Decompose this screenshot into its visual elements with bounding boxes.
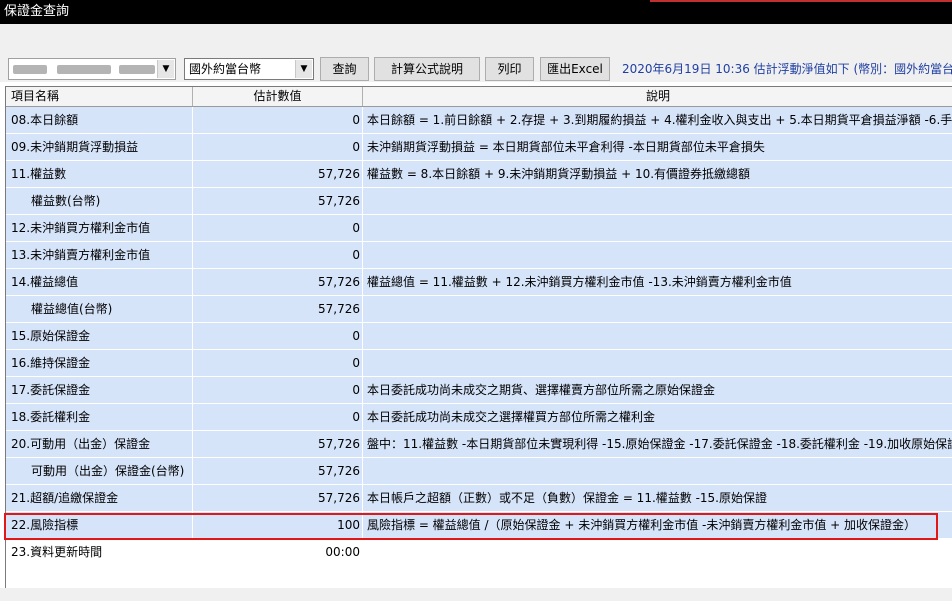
row-item-name: 15.原始保證金 <box>6 323 193 349</box>
row-description <box>363 323 952 349</box>
table-row[interactable]: 17.委託保證金 0 本日委託成功尚未成交之期貨、選擇權賣方部位所需之原始保證金 <box>6 377 952 404</box>
row-item-name: 20.可動用（出金）保證金 <box>6 431 193 457</box>
row-value: 0 <box>193 377 363 403</box>
row-value: 57,726 <box>193 269 363 295</box>
row-item-name: 08.本日餘額 <box>6 107 193 133</box>
table-row[interactable]: 可動用（出金）保證金(台幣) 57,726 <box>6 458 952 485</box>
table-row[interactable]: 21.超額/追繳保證金 57,726 本日帳戶之超額（正數）或不足（負數）保證金 =… <box>6 485 952 512</box>
table-row[interactable]: 13.未沖銷賣方權利金市值 0 <box>6 242 952 269</box>
column-header-desc[interactable]: 說明 <box>363 87 952 106</box>
row-description: 本日餘額 = 1.前日餘額 + 2.存提 + 3.到期履約損益 + 4.權利金收… <box>367 113 952 127</box>
table-row[interactable]: 23.資料更新時間 00:00 <box>6 539 952 566</box>
row-description: 本日委託成功尚未成交之選擇權買方部位所需之權利金 <box>367 410 656 424</box>
row-item-name: 可動用（出金）保證金(台幣) <box>6 458 193 484</box>
row-value: 57,726 <box>193 458 363 484</box>
row-item-name: 14.權益總值 <box>6 269 193 295</box>
window-title: 保證金查詢 <box>4 4 70 19</box>
row-item-name: 13.未沖銷賣方權利金市值 <box>6 242 193 268</box>
title-accent-line <box>650 0 952 2</box>
toolbar: ▼ 國外約當台幣 ▼ 查詢 計算公式說明 列印 匯出Excel 2020年6月1… <box>0 24 952 82</box>
masked-account-text <box>57 65 111 74</box>
row-item-name: 21.超額/追繳保證金 <box>6 485 193 511</box>
account-dropdown[interactable]: ▼ <box>8 58 176 80</box>
table-row[interactable]: 14.權益總值 57,726 權益總值 = 11.權益數 + 12.未沖銷買方權利金… <box>6 269 952 296</box>
row-description <box>363 350 952 376</box>
row-description: 本日委託成功尚未成交之期貨、選擇權賣方部位所需之原始保證金 <box>367 383 716 397</box>
currency-select-value: 國外約當台幣 <box>189 62 262 76</box>
table-row[interactable]: 11.權益數 57,726 權益數 = 8.本日餘額 + 9.未沖銷期貨浮動損益 +… <box>6 161 952 188</box>
formula-button[interactable]: 計算公式說明 <box>374 57 480 81</box>
query-button[interactable]: 查詢 <box>320 57 369 81</box>
row-value: 57,726 <box>193 431 363 457</box>
table-header: 項目名稱 估計數值 說明 <box>6 87 952 107</box>
highlight-box <box>4 513 938 540</box>
table-row[interactable]: 18.委託權利金 0 本日委託成功尚未成交之選擇權買方部位所需之權利金 <box>6 404 952 431</box>
row-value: 0 <box>193 323 363 349</box>
row-description <box>363 188 952 214</box>
row-item-name: 23.資料更新時間 <box>6 539 193 565</box>
row-item-name: 17.委託保證金 <box>6 377 193 403</box>
row-description <box>363 458 952 484</box>
masked-account-text <box>13 65 47 74</box>
row-description <box>363 539 952 565</box>
row-value: 57,726 <box>193 296 363 322</box>
row-value: 57,726 <box>193 161 363 187</box>
chevron-down-icon[interactable]: ▼ <box>295 60 312 78</box>
table-row[interactable]: 09.未沖銷期貨浮動損益 0 未沖銷期貨浮動損益 = 本日期貨部位未平倉利得 -本日… <box>6 134 952 161</box>
row-value: 0 <box>193 242 363 268</box>
chevron-down-icon[interactable]: ▼ <box>157 60 174 78</box>
row-value: 0 <box>193 350 363 376</box>
row-description <box>363 215 952 241</box>
table-row[interactable]: 15.原始保證金 0 <box>6 323 952 350</box>
row-value: 57,726 <box>193 188 363 214</box>
table-row[interactable]: 08.本日餘額 0 本日餘額 = 1.前日餘額 + 2.存提 + 3.到期履約損益 … <box>6 107 952 134</box>
row-description: 本日帳戶之超額（正數）或不足（負數）保證金 = 11.權益數 -15.原始保證 <box>367 491 767 505</box>
row-value: 0 <box>193 404 363 430</box>
row-description: 權益數 = 8.本日餘額 + 9.未沖銷期貨浮動損益 + 10.有價證券抵繳總額 <box>367 167 751 181</box>
export-excel-button[interactable]: 匯出Excel <box>540 57 610 81</box>
row-value: 57,726 <box>193 485 363 511</box>
row-description: 盤中：11.權益數 -本日期貨部位未實現利得 -15.原始保證金 -17.委託保… <box>367 437 952 451</box>
table-row[interactable]: 12.未沖銷買方權利金市值 0 <box>6 215 952 242</box>
table-row[interactable]: 權益數(台幣) 57,726 <box>6 188 952 215</box>
row-item-name: 權益數(台幣) <box>6 188 193 214</box>
currency-select[interactable]: 國外約當台幣 ▼ <box>184 58 314 80</box>
row-item-name: 18.委託權利金 <box>6 404 193 430</box>
row-item-name: 11.權益數 <box>6 161 193 187</box>
table-row[interactable]: 20.可動用（出金）保證金 57,726 盤中：11.權益數 -本日期貨部位未實現利… <box>6 431 952 458</box>
row-description: 權益總值 = 11.權益數 + 12.未沖銷買方權利金市值 -13.未沖銷賣方權… <box>367 275 792 289</box>
row-description <box>363 242 952 268</box>
row-item-name: 09.未沖銷期貨浮動損益 <box>6 134 193 160</box>
row-value: 0 <box>193 134 363 160</box>
row-item-name: 12.未沖銷買方權利金市值 <box>6 215 193 241</box>
status-text: 2020年6月19日 10:36 估計浮動淨值如下 (幣別：國外約當台幣) <box>622 62 952 76</box>
row-value: 0 <box>193 107 363 133</box>
bottom-bar <box>0 588 952 601</box>
masked-account-text <box>119 65 155 74</box>
row-item-name: 權益總值(台幣) <box>6 296 193 322</box>
column-header-item[interactable]: 項目名稱 <box>6 87 193 106</box>
print-button[interactable]: 列印 <box>485 57 534 81</box>
title-bar: 保證金查詢 <box>0 0 952 24</box>
row-item-name: 16.維持保證金 <box>6 350 193 376</box>
table-row[interactable]: 權益總值(台幣) 57,726 <box>6 296 952 323</box>
column-header-value[interactable]: 估計數值 <box>193 87 363 106</box>
row-description <box>363 296 952 322</box>
row-value: 0 <box>193 215 363 241</box>
table-row[interactable]: 16.維持保證金 0 <box>6 350 952 377</box>
row-description: 未沖銷期貨浮動損益 = 本日期貨部位未平倉利得 -本日期貨部位未平倉損失 <box>367 140 765 154</box>
row-value: 00:00 <box>193 539 363 565</box>
